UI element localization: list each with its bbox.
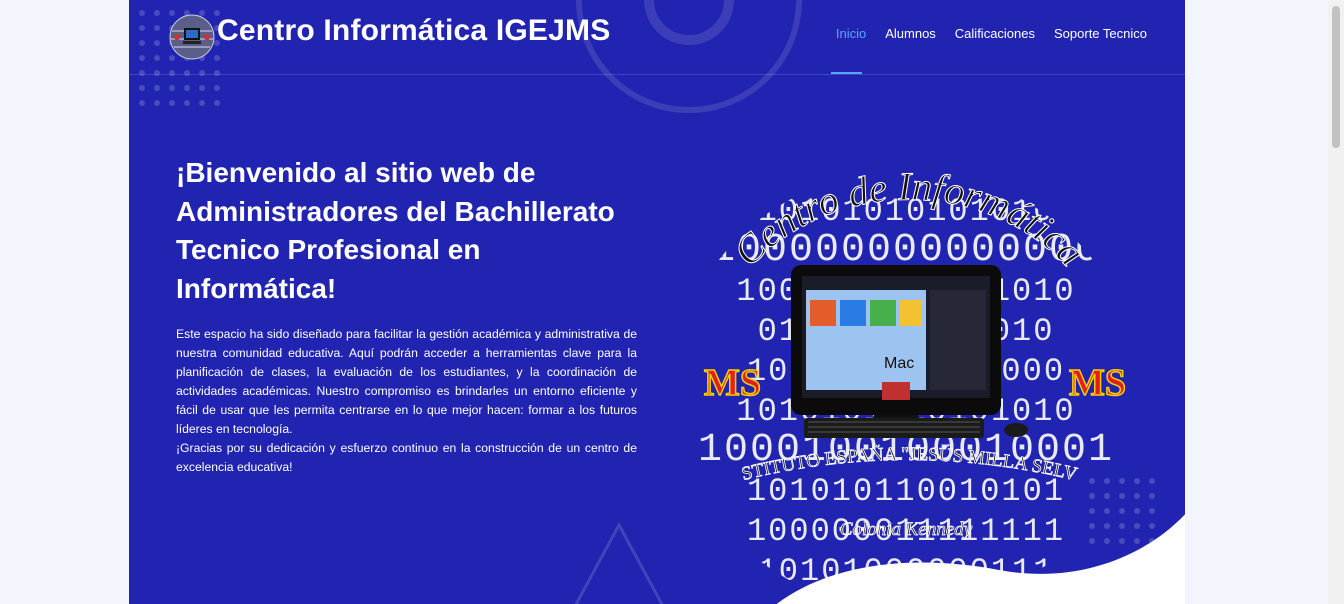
- site-header: Centro Informática IGEJMS Inicio Alumnos…: [129, 0, 1185, 75]
- nav-item-calificaciones[interactable]: Calificaciones: [955, 26, 1035, 41]
- main-navigation: Inicio Alumnos Calificaciones Soporte Te…: [836, 26, 1147, 41]
- hero-paragraph: Este espacio ha sido diseñado para facil…: [176, 327, 637, 436]
- dot: [184, 100, 190, 106]
- ms-badge-left: MS: [704, 362, 761, 404]
- page-container: Centro Informática IGEJMS Inicio Alumnos…: [129, 0, 1185, 604]
- active-nav-indicator: [831, 72, 862, 74]
- dot: [139, 100, 145, 106]
- vertical-scrollbar[interactable]: [1328, 0, 1344, 604]
- dot: [169, 100, 175, 106]
- dot: [199, 85, 205, 91]
- nav-item-alumnos[interactable]: Alumnos: [885, 26, 936, 41]
- hero-title: ¡Bienvenido al sitio web de Administrado…: [176, 157, 615, 304]
- dot: [214, 100, 220, 106]
- nav-item-soporte-tecnico[interactable]: Soporte Tecnico: [1054, 26, 1147, 41]
- background-triangle-decoration: [574, 521, 664, 604]
- dot: [139, 85, 145, 91]
- dot: [169, 85, 175, 91]
- dot: [184, 85, 190, 91]
- screen-label: Mac: [884, 355, 914, 372]
- nav-item-inicio[interactable]: Inicio: [836, 26, 866, 41]
- bottom-wave-decoration: [776, 514, 1185, 604]
- dot: [199, 100, 205, 106]
- globe-computer-logo-icon[interactable]: [167, 13, 217, 61]
- site-title[interactable]: Centro Informática IGEJMS: [217, 14, 610, 48]
- ms-badge-right: MS: [1069, 362, 1126, 404]
- dot: [154, 100, 160, 106]
- monitor-icon: Mac: [791, 265, 1028, 438]
- hero-thanks: ¡Gracias por su dedicación y esfuerzo co…: [176, 441, 637, 474]
- dot: [154, 85, 160, 91]
- hero-description: Este espacio ha sido diseñado para facil…: [176, 325, 637, 477]
- scrollbar-thumb[interactable]: [1332, 6, 1340, 148]
- dot: [214, 85, 220, 91]
